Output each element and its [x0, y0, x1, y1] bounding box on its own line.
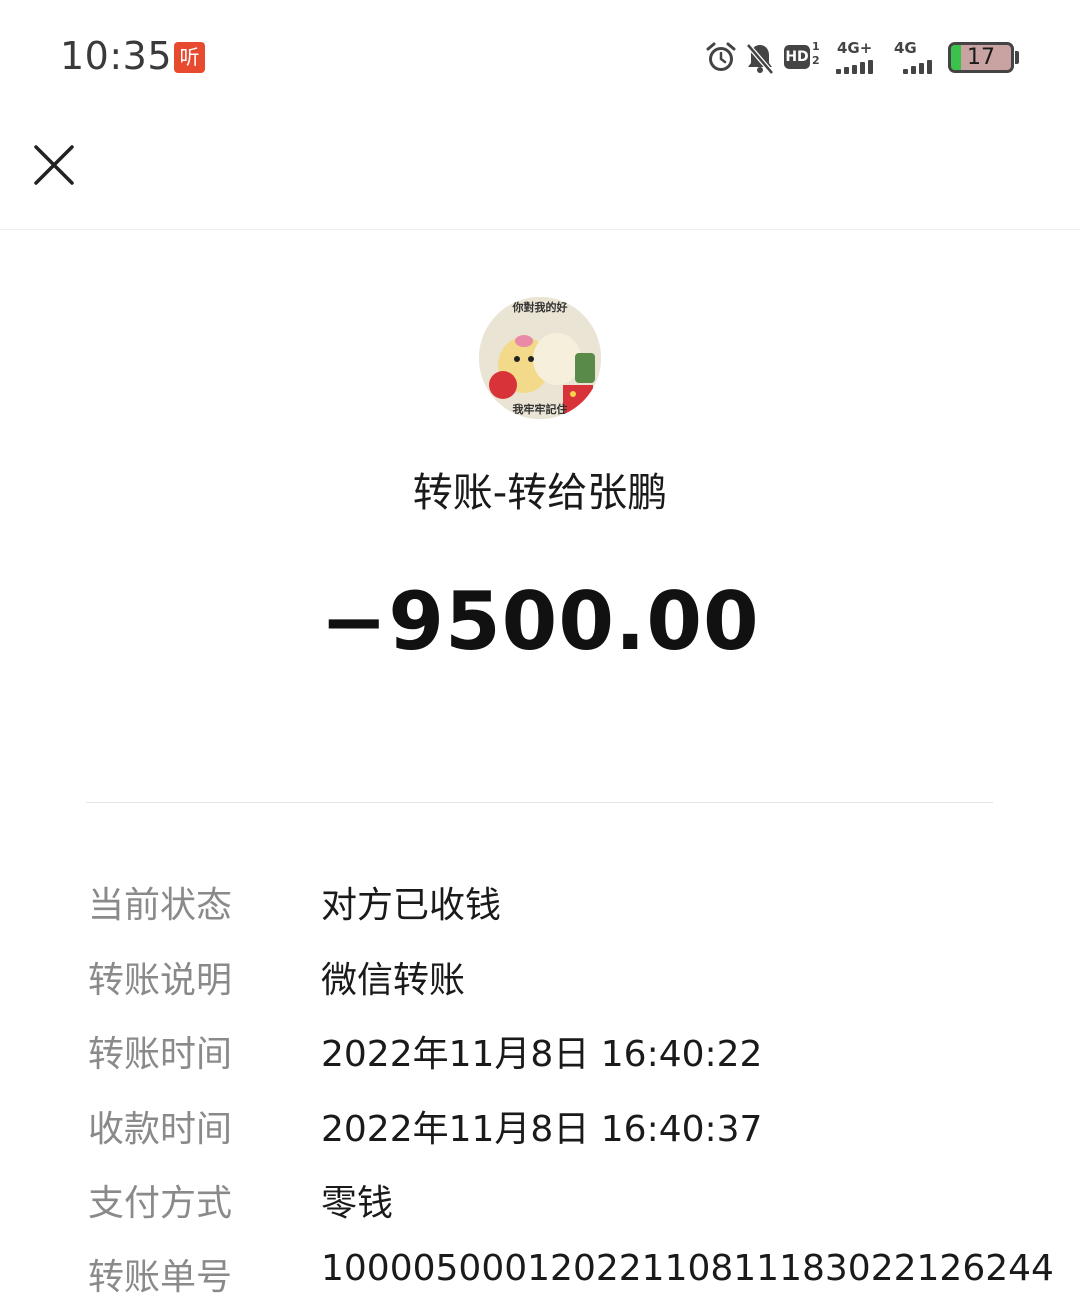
battery-icon: 17 [948, 42, 1014, 73]
detail-label: 转账说明 [88, 960, 233, 1001]
transfer-title: 转账-转给张鹏 [412, 470, 668, 516]
detail-value: 对方已收钱 [321, 885, 502, 926]
detail-row-payment-method: 支付方式 零钱 [0, 1174, 1080, 1234]
detail-value: 零钱 [321, 1183, 394, 1224]
listen-app-icon: 听 [174, 42, 205, 73]
detail-row-note: 转账说明 微信转账 [0, 951, 1080, 1011]
network-type-label: 4G+ [837, 39, 873, 57]
transaction-id-value[interactable]: 10000500012022110811183022126244 [321, 1248, 1054, 1289]
battery-cap [1015, 51, 1019, 64]
nav-bar [0, 115, 1080, 230]
avatar-caption: 你對我的好 [512, 301, 568, 314]
alarm-icon [706, 42, 736, 71]
bell-muted-icon [746, 43, 774, 75]
detail-value: 2022年11月8日 16:40:37 [321, 1109, 763, 1150]
signal-icon [903, 60, 932, 74]
detail-label: 当前状态 [88, 885, 233, 926]
sim-index-label: 12 [812, 40, 820, 67]
divider [86, 802, 993, 803]
detail-label: 支付方式 [88, 1183, 233, 1224]
signal-icon [836, 60, 873, 74]
close-button[interactable] [26, 137, 82, 193]
status-time: 10:35 [60, 34, 173, 78]
avatar-caption: 我牢牢記住 [512, 403, 568, 416]
battery-percent: 17 [967, 45, 995, 70]
transfer-amount: −9500.00 [320, 575, 760, 668]
detail-row-transfer-time: 转账时间 2022年11月8日 16:40:22 [0, 1025, 1080, 1085]
detail-row-receive-time: 收款时间 2022年11月8日 16:40:37 [0, 1100, 1080, 1160]
recipient-avatar: 你對我的好 我牢牢記住 [479, 297, 601, 419]
detail-label: 转账单号 [88, 1257, 233, 1298]
close-icon [34, 145, 74, 185]
network-type-label: 4G [894, 39, 917, 57]
detail-value: 2022年11月8日 16:40:22 [321, 1034, 763, 1075]
hd-icon: HD [784, 45, 810, 69]
detail-label: 收款时间 [88, 1109, 233, 1150]
detail-value: 微信转账 [321, 960, 466, 1001]
status-icons: HD 12 4G+ 4G 17 [700, 38, 1030, 78]
detail-row-transaction-id: 转账单号 10000500012022110811183022126244 [0, 1248, 1080, 1308]
detail-label: 转账时间 [88, 1034, 233, 1075]
detail-row-status: 当前状态 对方已收钱 [0, 876, 1080, 936]
status-bar: 10:35 听 HD 12 4G+ 4G 17 [0, 0, 1080, 115]
